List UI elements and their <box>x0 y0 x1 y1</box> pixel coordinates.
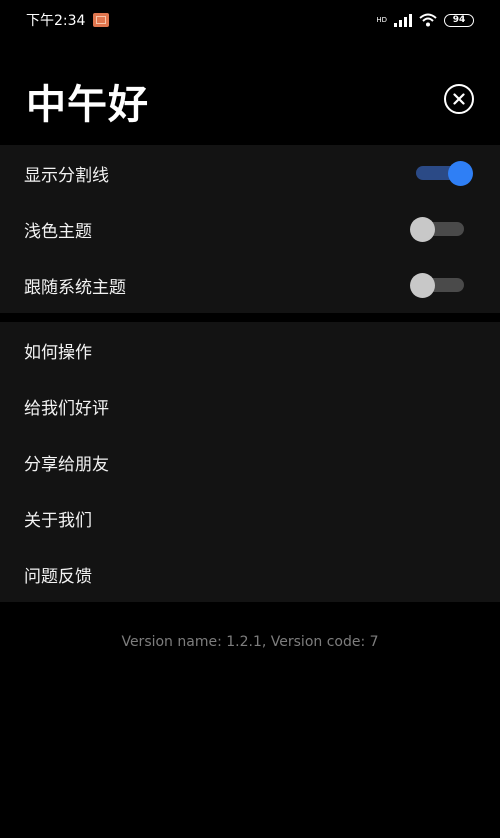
link-label: 关于我们 <box>24 510 92 531</box>
status-bar: 下午2:34 HD 94 <box>0 0 500 40</box>
battery-icon: 94 <box>444 13 474 27</box>
battery-level: 94 <box>452 14 466 25</box>
toggle-knob <box>410 217 435 242</box>
link-how-to-use[interactable]: 如何操作 <box>0 322 500 378</box>
status-right: HD 94 <box>376 13 474 27</box>
wifi-icon <box>419 13 437 27</box>
link-about-us[interactable]: 关于我们 <box>0 490 500 546</box>
setting-label: 跟随系统主题 <box>24 277 126 298</box>
network-type-label: HD <box>376 15 387 24</box>
setting-label: 显示分割线 <box>24 165 109 186</box>
status-left: 下午2:34 <box>26 10 110 30</box>
toggle-knob <box>410 273 435 298</box>
notification-image-icon <box>93 13 110 27</box>
settings-screen: 下午2:34 HD 94 中午好 显示分割线 浅色主题 跟随系统主题 如何操作 … <box>0 0 500 838</box>
settings-section: 显示分割线 浅色主题 跟随系统主题 <box>0 145 500 313</box>
link-rate-us[interactable]: 给我们好评 <box>0 378 500 434</box>
close-icon <box>453 93 465 105</box>
setting-row-light-theme[interactable]: 浅色主题 <box>0 201 500 257</box>
network-type-icon: HD <box>376 15 387 24</box>
signal-icon <box>394 13 412 27</box>
status-time: 下午2:34 <box>26 13 86 29</box>
follow-system-theme-toggle[interactable] <box>410 273 464 298</box>
links-section: 如何操作 给我们好评 分享给朋友 关于我们 问题反馈 <box>0 322 500 602</box>
link-label: 问题反馈 <box>24 566 92 587</box>
version-info: Version name: 1.2.1, Version code: 7 <box>121 634 379 650</box>
light-theme-toggle[interactable] <box>410 217 464 242</box>
link-label: 给我们好评 <box>24 398 109 419</box>
greeting-title: 中午好 <box>26 82 149 128</box>
setting-row-follow-system-theme[interactable]: 跟随系统主题 <box>0 257 500 313</box>
link-label: 分享给朋友 <box>24 454 109 475</box>
setting-label: 浅色主题 <box>24 221 92 242</box>
header: 中午好 <box>0 60 500 144</box>
toggle-knob <box>448 161 473 186</box>
link-feedback[interactable]: 问题反馈 <box>0 546 500 602</box>
close-button[interactable] <box>444 84 474 114</box>
link-label: 如何操作 <box>24 342 92 363</box>
link-share-with-friends[interactable]: 分享给朋友 <box>0 434 500 490</box>
setting-row-show-dividers[interactable]: 显示分割线 <box>0 145 500 201</box>
show-dividers-toggle[interactable] <box>414 161 473 186</box>
